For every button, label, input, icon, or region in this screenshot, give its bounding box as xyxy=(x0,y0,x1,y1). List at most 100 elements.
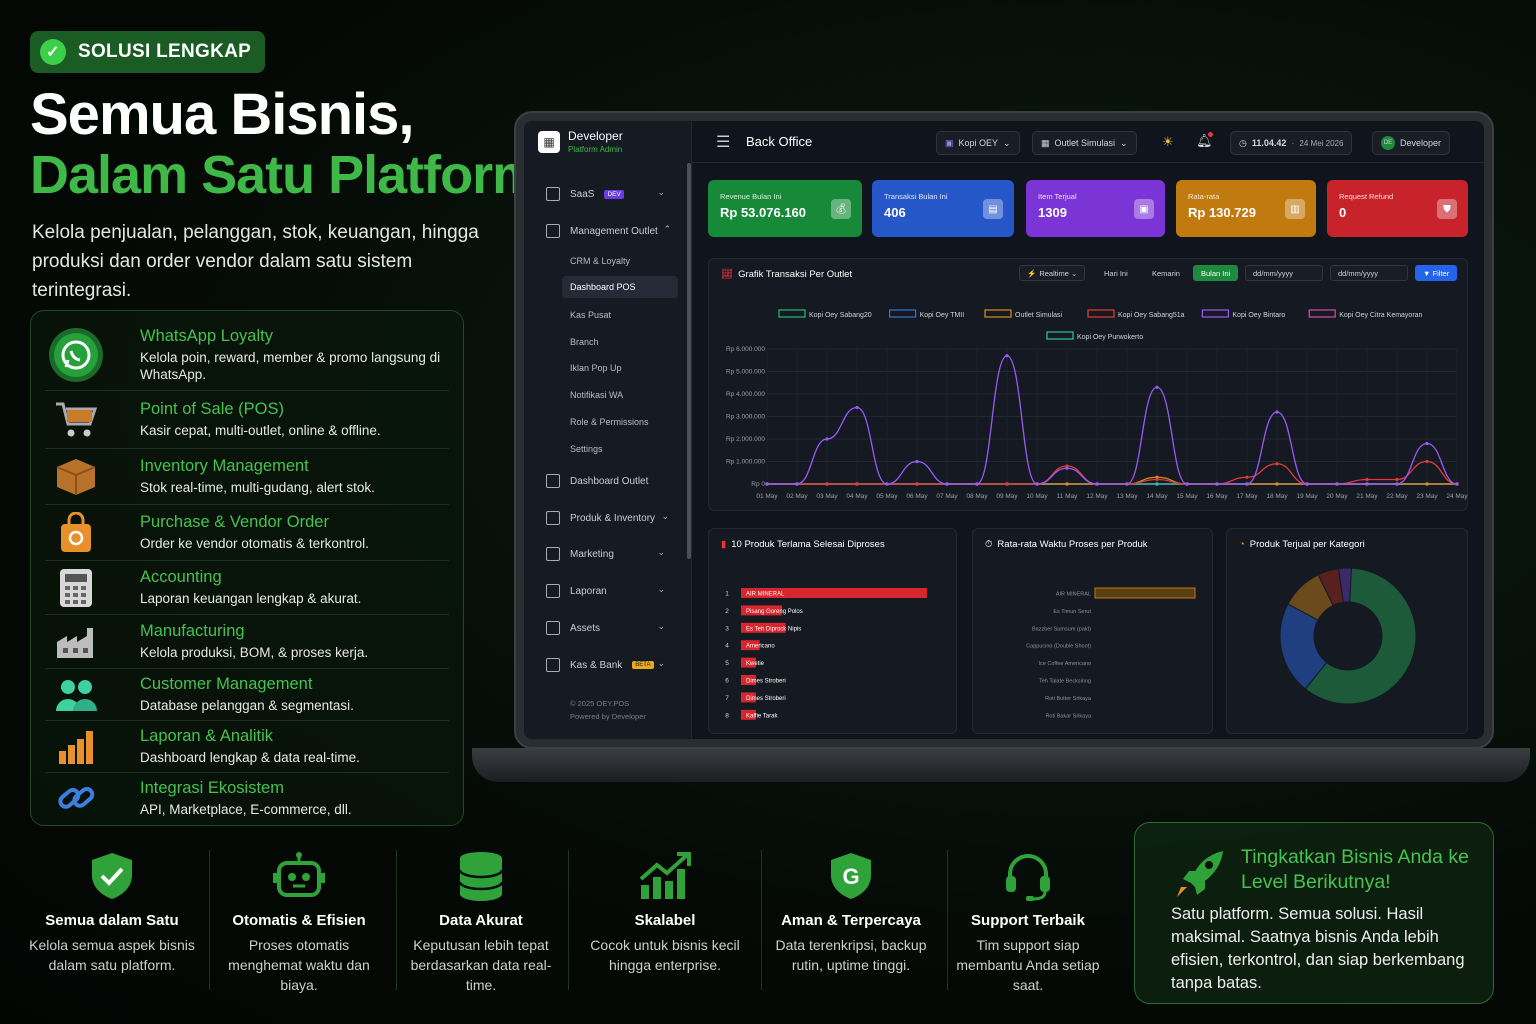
database-icon xyxy=(396,848,566,904)
submenu-branch[interactable]: Branch xyxy=(570,337,599,347)
brand-select[interactable]: ▣ Kopi OEY ⌄ xyxy=(936,131,1020,155)
sidebar-item-produk-inventory[interactable]: Produk & Inventory xyxy=(546,511,655,525)
sidebar-item-dashboard-outlet[interactable]: Dashboard Outlet xyxy=(546,474,648,488)
feature-title: Purchase & Vendor Order xyxy=(140,513,329,531)
bar-label: Dimes Stroberi xyxy=(746,696,786,702)
feature-desc: Kelola poin, reward, member & promo lang… xyxy=(140,349,441,382)
chevron-down-icon[interactable]: ⌄ xyxy=(657,584,665,595)
clock-icon: ◷ xyxy=(1239,137,1247,148)
rank-label: 8 xyxy=(725,712,729,719)
rank-label: 5 xyxy=(725,660,729,667)
chevron-down-icon[interactable]: ⌄ xyxy=(661,511,669,522)
feature-desc: Database pelanggan & segmentasi. xyxy=(140,698,354,713)
avg-time-panel: ⏱ Rata-rata Waktu Proses per Produk AIR M… xyxy=(972,528,1213,734)
cta-title: Tingkatkan Bisnis Anda ke Level Berikutn… xyxy=(1241,846,1469,893)
bar-label: Dimes Stroberi xyxy=(746,679,786,685)
submenu-crm-loyalty[interactable]: CRM & Loyalty xyxy=(570,256,630,266)
avatar: DE xyxy=(1381,136,1395,150)
y-tick-label: Rp 5.000.000 xyxy=(726,369,765,376)
bar-label: Kwetie xyxy=(746,661,765,667)
benefit-title: Semua dalam Satu xyxy=(45,912,179,929)
sidebar-item-laporan[interactable]: Laporan xyxy=(546,584,607,598)
app-screen: ▦ Developer Platform Admin SaaS DEV ⌄ Man… xyxy=(524,121,1484,739)
sidebar-item-assets[interactable]: Assets xyxy=(546,621,600,635)
data-point xyxy=(1395,482,1399,486)
chevron-down-icon[interactable]: ⌄ xyxy=(657,187,665,198)
data-point xyxy=(1155,385,1159,389)
users-icon xyxy=(45,670,107,720)
profile-button[interactable]: DE Developer xyxy=(1372,131,1451,155)
submenu-notifikasi-wa[interactable]: Notifikasi WA xyxy=(570,390,623,400)
series-line xyxy=(766,476,1457,485)
data-point xyxy=(1275,482,1279,486)
shield-g-icon: G xyxy=(766,848,936,904)
footer-powered: Powered by Developer xyxy=(570,712,646,721)
submenu-iklan-pop-up[interactable]: Iklan Pop Up xyxy=(570,363,622,373)
bar-chart-icon xyxy=(45,722,107,772)
submenu-dashboard-pos[interactable]: Dashboard POS xyxy=(562,276,678,298)
page-title: Back Office xyxy=(746,134,813,149)
x-tick-label: 04 May xyxy=(846,493,868,500)
clock-display: ◷ 11.04.42 · 24 Mei 2026 xyxy=(1230,131,1353,155)
bar xyxy=(1094,587,1196,599)
sidebar-item-management-outlet[interactable]: Management Outlet xyxy=(546,224,658,238)
chevron-down-icon[interactable]: ⌄ xyxy=(657,621,665,632)
data-point xyxy=(915,459,919,464)
top-products-panel: ▮ 10 Produk Terlama Selesai Diproses 1 AIR… xyxy=(708,528,957,734)
data-point xyxy=(1155,477,1159,482)
feature-title: Point of Sale (POS) xyxy=(140,400,284,418)
store-icon: ▣ xyxy=(945,137,954,148)
submenu-settings[interactable]: Settings xyxy=(570,444,603,454)
shopping-bag-icon xyxy=(45,508,107,558)
feature-item: Integrasi Ekosistem API, Marketplace, E-c… xyxy=(45,773,449,823)
sidebar-scrollbar[interactable] xyxy=(687,163,691,559)
hamburger-icon[interactable]: ☰ xyxy=(716,132,730,152)
benefit-desc: Keputusan lebih tepat berdasarkan data r… xyxy=(410,937,552,993)
category-donut-chart xyxy=(1279,567,1417,705)
submenu-kas-pusat[interactable]: Kas Pusat xyxy=(570,310,611,320)
data-point xyxy=(945,482,949,486)
chevron-down-icon: ⌄ xyxy=(1003,137,1011,148)
benefit-title: Skalabel xyxy=(634,912,696,929)
benefit-item: Semua dalam Satu Kelola semua aspek bisn… xyxy=(27,848,197,975)
chevron-up-icon[interactable]: ⌃ xyxy=(663,224,671,235)
outlet-select[interactable]: ▦ Outlet Simulasi ⌄ xyxy=(1032,131,1137,155)
bar-label: Pisang Goreng Polos xyxy=(746,609,803,615)
submenu-role-permissions[interactable]: Role & Permissions xyxy=(570,417,649,427)
x-tick-label: 15 May xyxy=(1176,493,1198,500)
feature-title: Laporan & Analitik xyxy=(140,727,274,745)
y-tick-label: Rp 6.000.000 xyxy=(726,346,765,353)
sidebar-item-label: Dashboard Outlet xyxy=(570,475,649,487)
legend-label: Outlet Simulasi xyxy=(1015,312,1063,319)
sidebar-user-role: Platform Admin xyxy=(568,145,623,154)
y-tick-label: Rp 1.000.000 xyxy=(726,459,765,466)
chevron-down-icon[interactable]: ⌄ xyxy=(657,547,665,558)
feature-item: Purchase & Vendor Order Order ke vendor o… xyxy=(45,505,449,561)
data-point xyxy=(1155,482,1159,486)
data-point xyxy=(855,405,859,410)
x-tick-label: 21 May xyxy=(1356,493,1378,500)
legend-swatch xyxy=(1087,309,1115,318)
rank-label: 7 xyxy=(725,695,729,702)
bar-label: Roti Butter Srikaya xyxy=(1045,696,1092,702)
benefit-item: Skalabel Cocok untuk bisnis kecil hingga… xyxy=(580,848,750,975)
sidebar-item-kas-bank[interactable]: Kas & Bank BETA xyxy=(546,658,654,672)
x-tick-label: 19 May xyxy=(1296,493,1318,500)
data-point xyxy=(1305,482,1309,486)
footer-copyright: © 2025 OEY.POS xyxy=(570,699,630,708)
benefit-title: Data Akurat xyxy=(439,912,523,929)
wallet-icon xyxy=(546,658,560,672)
sun-icon[interactable]: ☀ xyxy=(1162,134,1174,150)
data-point xyxy=(1125,482,1129,486)
divider xyxy=(209,850,210,990)
data-point xyxy=(1005,482,1009,486)
sidebar-item-saas[interactable]: SaaS DEV xyxy=(546,187,624,201)
chevron-down-icon[interactable]: ⌄ xyxy=(657,658,665,669)
cta-desc: Satu platform. Semua solusi. Hasil maksi… xyxy=(1171,905,1465,992)
outlet-select-value: Outlet Simulasi xyxy=(1054,138,1116,148)
sidebar-user-name: Developer xyxy=(568,129,623,143)
benefit-title: Aman & Terpercaya xyxy=(781,912,921,929)
sidebar-item-marketing[interactable]: Marketing xyxy=(546,547,614,561)
box-icon xyxy=(45,452,107,502)
feature-desc: Laporan keuangan lengkap & akurat. xyxy=(140,591,362,606)
